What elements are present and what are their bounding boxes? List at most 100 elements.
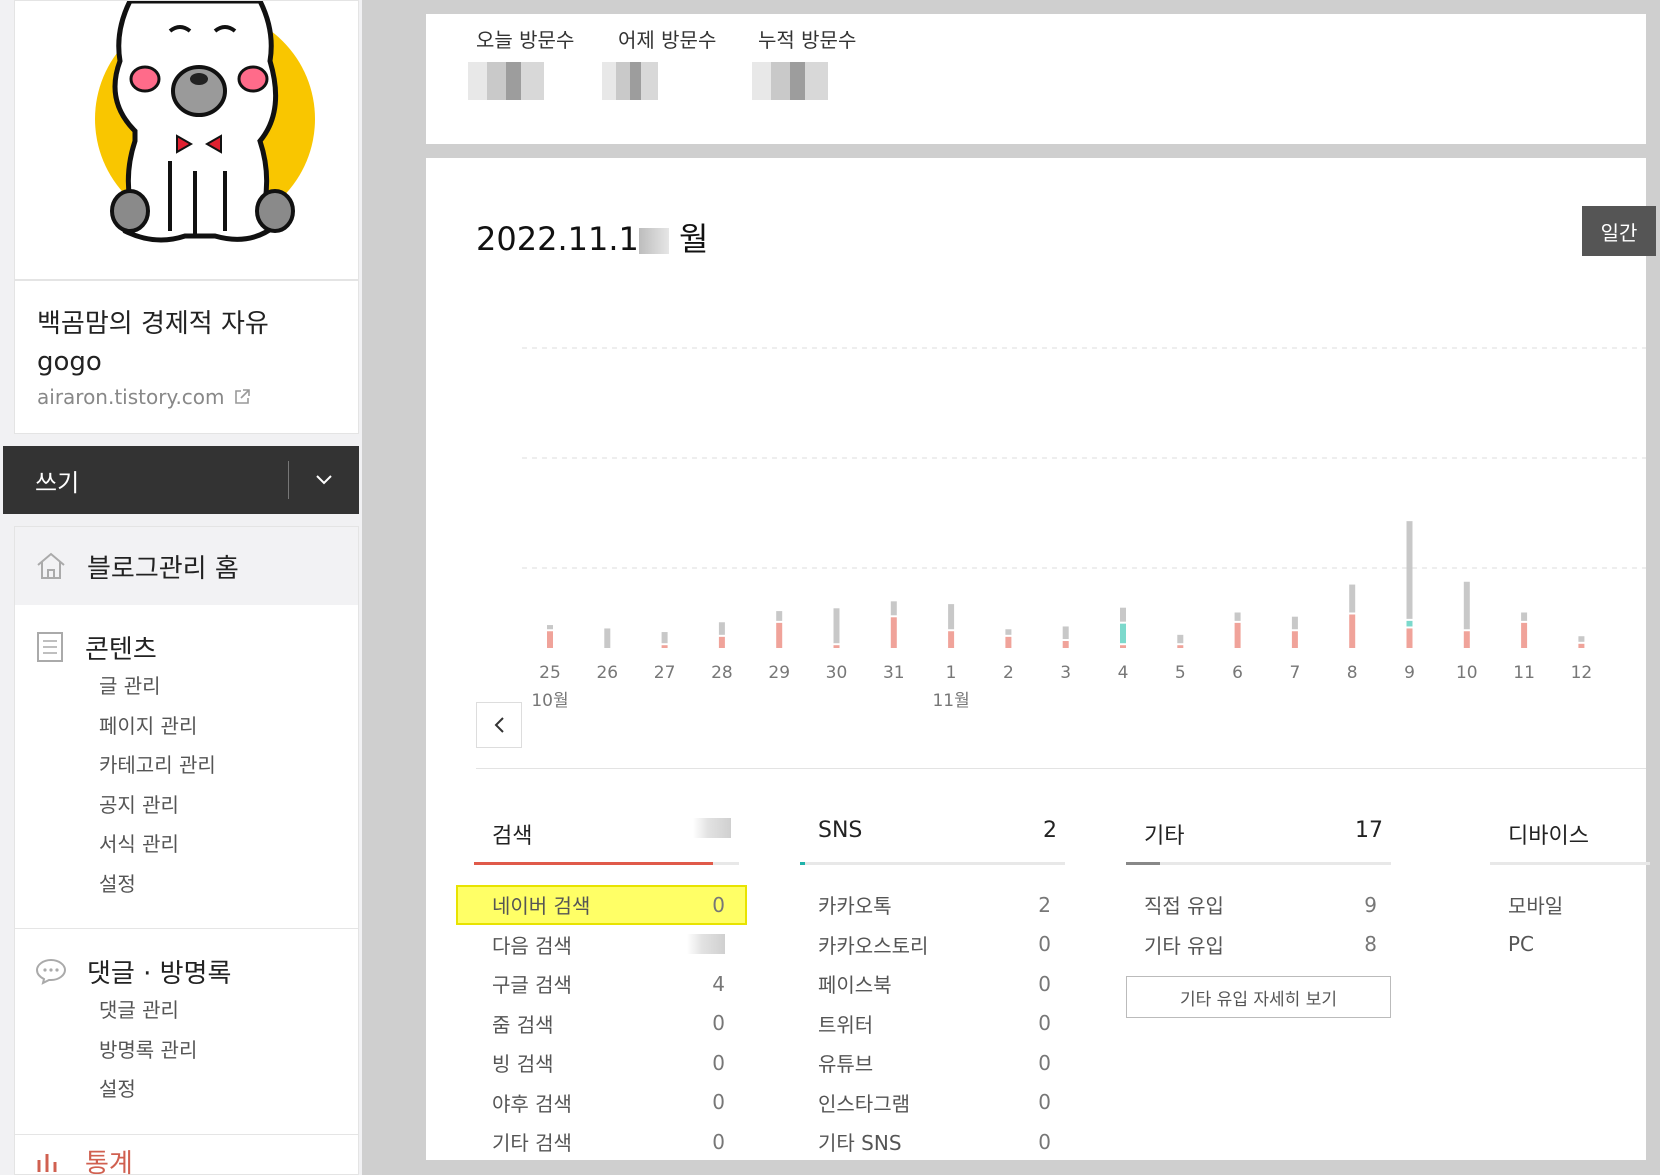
blog-url[interactable]: airaron.tistory.com	[37, 385, 225, 409]
source-row-label: 모바일	[1508, 894, 1564, 919]
source-row-value: 0	[712, 1050, 725, 1075]
blog-title[interactable]: 백곰맘의 경제적 자유 gogo	[37, 305, 336, 381]
source-device-title: 디바이스	[1508, 824, 1589, 849]
menu-head-contents-label: 콘텐츠	[85, 634, 157, 665]
source-sns-rows: 카카오톡 2 카카오스토리 0 페이스북 0 트위터 0 유튜브 0 인스타그램 0 기타 SNS 0	[800, 885, 1065, 1162]
bar-검색	[718, 636, 725, 648]
stats-icon	[37, 1153, 57, 1172]
bar-기타	[1521, 612, 1528, 621]
bar-검색	[1291, 631, 1298, 648]
source-row-label: 다음 검색	[492, 933, 572, 958]
document-icon	[37, 632, 63, 662]
source-sns-title: SNS	[818, 818, 863, 843]
stat-yesterday-value-blurred	[602, 62, 658, 100]
chevron-down-icon	[316, 475, 332, 485]
source-search-bar-fill	[474, 862, 713, 865]
menu-item-comments[interactable]: 댓글 관리	[99, 991, 358, 1031]
menu-item-home[interactable]: 블로그관리 홈	[15, 527, 358, 605]
profile-image[interactable]	[75, 0, 315, 261]
source-row-label: 트위터	[818, 1012, 874, 1037]
bar-검색	[547, 631, 553, 648]
bar-검색	[1349, 614, 1356, 648]
source-etc-total: 17	[1355, 818, 1383, 843]
x-tick-label: 27	[654, 663, 676, 683]
blog-url-link[interactable]: airaron.tistory.com	[37, 385, 336, 409]
menu-item-categories[interactable]: 카테고리 관리	[99, 746, 358, 786]
menu-item-pages[interactable]: 페이지 관리	[99, 707, 358, 747]
x-tick-label: 4	[1118, 663, 1129, 683]
source-row-label: 카카오스토리	[818, 933, 929, 958]
menu-head-comments[interactable]: 댓글 · 방명록	[35, 951, 358, 991]
bar-기타	[1120, 607, 1126, 622]
chart-date-blurred	[638, 228, 669, 254]
source-row-label: 기타 유입	[1144, 933, 1224, 958]
chart-date-title: 2022.11.1 월	[476, 214, 708, 260]
home-icon	[37, 552, 65, 579]
source-row-label: 기타 검색	[492, 1131, 572, 1156]
source-search-header: 검색	[474, 818, 739, 854]
menu-item-comments-settings[interactable]: 설정	[99, 1070, 358, 1110]
bar-SNS	[1120, 623, 1126, 644]
source-etc-row: 기타 유입 8	[1126, 925, 1391, 965]
period-daily-button[interactable]: 일간	[1582, 206, 1656, 256]
source-col-etc: 기타 17 직접 유입 9 기타 유입 8 기타 유입 자세히 보기	[1126, 818, 1391, 1018]
bar-검색	[1005, 636, 1012, 648]
source-search-row: 구글 검색 4	[474, 964, 739, 1004]
source-sns-row: 유튜브 0	[800, 1043, 1065, 1083]
menu-item-guestbook[interactable]: 방명록 관리	[99, 1031, 358, 1071]
source-row-label: 야후 검색	[492, 1091, 572, 1116]
source-search-title: 검색	[492, 824, 533, 849]
chart-prev-button[interactable]	[476, 702, 522, 748]
menu-item-contents-settings[interactable]: 설정	[99, 865, 358, 905]
bar-검색	[1177, 645, 1184, 648]
source-row-value: 0	[1038, 1090, 1051, 1115]
stat-today: 오늘 방문수	[476, 24, 574, 53]
x-tick-label: 3	[1060, 663, 1071, 683]
x-tick-label: 29	[768, 663, 790, 683]
write-dropdown-button[interactable]	[289, 446, 359, 514]
menu-head-contents[interactable]: 콘텐츠	[35, 627, 358, 667]
bar-검색	[661, 645, 668, 648]
menu-divider	[15, 1133, 358, 1135]
bar-기타	[833, 608, 840, 644]
chart-date-prefix: 2022.11.1	[476, 220, 639, 258]
bar-검색	[1234, 622, 1241, 648]
external-link-icon[interactable]	[233, 388, 251, 406]
profile-card	[14, 0, 359, 280]
x-tick-label: 10	[1456, 663, 1478, 683]
etc-detail-button[interactable]: 기타 유입 자세히 보기	[1126, 976, 1391, 1018]
source-row-label: PC	[1508, 932, 1535, 957]
write-button[interactable]: 쓰기	[3, 463, 288, 498]
source-col-sns: SNS 2 카카오톡 2 카카오스토리 0 페이스북 0 트위터 0 유튜브 0 인스타그램 0 기타 …	[800, 818, 1065, 1162]
menu-item-posts[interactable]: 글 관리	[99, 667, 358, 707]
source-row-value: 0	[1038, 1050, 1051, 1075]
source-row-value: 0	[1038, 971, 1051, 996]
blog-info-card: 백곰맘의 경제적 자유 gogo airaron.tistory.com	[14, 280, 359, 434]
source-search-bar	[474, 862, 739, 865]
x-tick-label: 31	[883, 663, 905, 683]
x-month-label: 11월	[932, 691, 969, 711]
source-etc-bar	[1126, 862, 1391, 865]
bar-검색	[833, 645, 840, 648]
menu-item-notices[interactable]: 공지 관리	[99, 786, 358, 826]
menu-item-templates[interactable]: 서식 관리	[99, 825, 358, 865]
x-tick-label: 12	[1571, 663, 1593, 683]
visitor-chart: 25 26 27 28 29 30 31 1 2 3 4 5 6 7 8 9 10 11 1210월 11월	[522, 347, 1646, 711]
write-bar: 쓰기	[3, 446, 359, 514]
source-sns-bar	[800, 862, 1065, 865]
stat-total-label: 누적 방문수	[758, 28, 857, 52]
source-sns-row: 인스타그램 0	[800, 1083, 1065, 1123]
stat-today-value-blurred	[468, 62, 544, 100]
source-row-value: 0	[1038, 1129, 1051, 1154]
bar-검색	[1062, 641, 1069, 648]
contents-submenu: 글 관리 페이지 관리 카테고리 관리 공지 관리 서식 관리 설정	[35, 667, 358, 904]
menu-head-stats[interactable]: 통계	[15, 1147, 358, 1175]
main-content: 오늘 방문수 어제 방문수 누적 방문수 2022.11.1 월 일간 25 26…	[426, 0, 1656, 1175]
menu-head-stats-label: 통계	[85, 1149, 133, 1175]
source-device-bar	[1490, 862, 1650, 865]
bar-기타	[604, 628, 611, 648]
source-search-row: 줌 검색 0	[474, 1004, 739, 1044]
source-row-label: 인스타그램	[818, 1091, 910, 1116]
stat-total: 누적 방문수	[758, 24, 856, 53]
chevron-left-icon	[494, 717, 504, 733]
